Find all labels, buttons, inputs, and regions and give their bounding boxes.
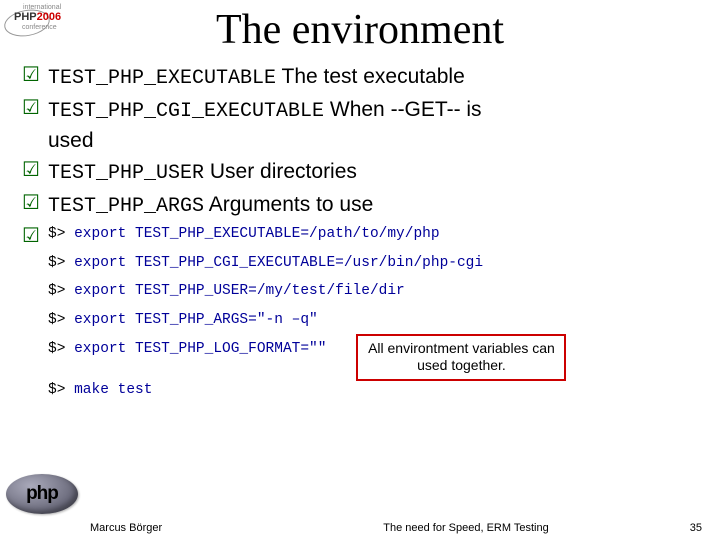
- shell-prompt: $>: [48, 255, 65, 271]
- code-text: export TEST_PHP_ARGS="-n –q": [74, 312, 318, 328]
- code-text: export TEST_PHP_USER=/my/test/file/dir: [74, 283, 405, 299]
- footer-title: The need for Speed, ERM Testing: [270, 522, 662, 534]
- env-var-desc: The test executable: [276, 65, 465, 88]
- logo-line3: conference: [22, 24, 57, 31]
- bullet-item: TEST_PHP_USER User directories: [14, 157, 704, 188]
- slide: international PHP2006 conference The env…: [0, 0, 720, 540]
- bullet-text: TEST_PHP_ARGS Arguments to use: [48, 190, 704, 221]
- code-line: $> export TEST_PHP_LOG_FORMAT="": [48, 340, 326, 359]
- code-line-with-callout: $> export TEST_PHP_LOG_FORMAT="" All env…: [48, 340, 704, 381]
- code-line: $> export TEST_PHP_EXECUTABLE=/path/to/m…: [48, 225, 704, 244]
- code-line: $> export TEST_PHP_CGI_EXECUTABLE=/usr/b…: [48, 254, 704, 273]
- env-var-name: TEST_PHP_USER: [48, 162, 204, 185]
- bullet-item: TEST_PHP_CGI_EXECUTABLE When --GET-- is …: [14, 95, 704, 155]
- logo-line2: PHP2006: [14, 12, 61, 23]
- env-var-desc: When --GET-- is: [324, 98, 482, 121]
- checkbox-icon: [14, 62, 48, 88]
- footer: Marcus Börger The need for Speed, ERM Te…: [0, 522, 720, 534]
- checkbox-icon: [14, 95, 48, 121]
- env-var-desc: User directories: [204, 160, 357, 183]
- shell-prompt: $>: [48, 283, 65, 299]
- php-logo-icon: php: [6, 474, 78, 514]
- bullet-item: TEST_PHP_ARGS Arguments to use: [14, 190, 704, 221]
- footer-page: 35: [662, 522, 702, 534]
- code-block: $> export TEST_PHP_EXECUTABLE=/path/to/m…: [48, 225, 704, 409]
- bullet-text: TEST_PHP_USER User directories: [48, 157, 704, 188]
- env-var-cont: used: [48, 129, 94, 152]
- code-text: make test: [74, 382, 152, 398]
- env-var-name: TEST_PHP_ARGS: [48, 195, 204, 218]
- shell-prompt: $>: [48, 312, 65, 328]
- shell-prompt: $>: [48, 226, 65, 242]
- checkbox-icon: [14, 223, 48, 249]
- footer-author: Marcus Börger: [90, 522, 270, 534]
- conference-logo: international PHP2006 conference: [8, 4, 86, 46]
- bullet-text: TEST_PHP_EXECUTABLE The test executable: [48, 62, 704, 93]
- code-line: $> make test: [48, 381, 704, 400]
- bullet-list: TEST_PHP_EXECUTABLE The test executable …: [0, 62, 720, 409]
- env-var-name: TEST_PHP_EXECUTABLE: [48, 67, 276, 90]
- env-var-name: TEST_PHP_CGI_EXECUTABLE: [48, 100, 324, 123]
- bullet-item-code: $> export TEST_PHP_EXECUTABLE=/path/to/m…: [14, 223, 704, 409]
- code-text: export TEST_PHP_LOG_FORMAT="": [74, 341, 326, 357]
- code-line: $> export TEST_PHP_USER=/my/test/file/di…: [48, 282, 704, 301]
- shell-prompt: $>: [48, 382, 65, 398]
- slide-title: The environment: [0, 0, 720, 62]
- code-line: $> export TEST_PHP_ARGS="-n –q": [48, 311, 704, 330]
- shell-prompt: $>: [48, 341, 65, 357]
- code-text: export TEST_PHP_CGI_EXECUTABLE=/usr/bin/…: [74, 255, 483, 271]
- callout-box: All environtment variables can used toge…: [356, 334, 566, 381]
- checkbox-icon: [14, 190, 48, 216]
- checkbox-icon: [14, 157, 48, 183]
- logo-line1: international: [23, 4, 61, 11]
- bullet-item: TEST_PHP_EXECUTABLE The test executable: [14, 62, 704, 93]
- code-text: export TEST_PHP_EXECUTABLE=/path/to/my/p…: [74, 226, 439, 242]
- bullet-text: TEST_PHP_CGI_EXECUTABLE When --GET-- is …: [48, 95, 704, 155]
- env-var-desc: Arguments to use: [204, 193, 373, 216]
